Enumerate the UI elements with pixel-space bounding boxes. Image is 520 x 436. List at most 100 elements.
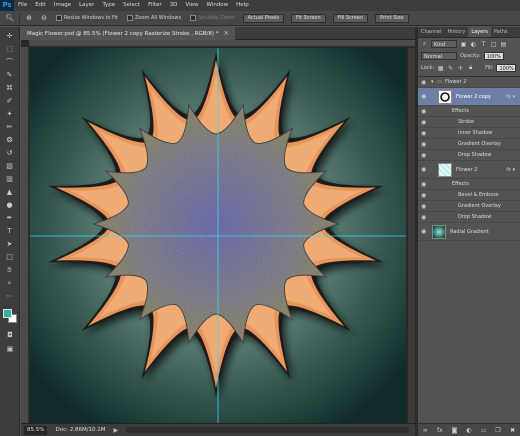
fx-badge-icon[interactable]: fx ▾ bbox=[506, 94, 515, 100]
effect-row[interactable]: ◉ Drop Shadow bbox=[418, 212, 520, 223]
lock-position-icon[interactable]: ✛ bbox=[457, 65, 464, 72]
layer-row[interactable]: ◉ Flower 2 copy fx ▾ bbox=[418, 88, 520, 106]
menu-view[interactable]: View bbox=[181, 0, 202, 11]
eye-icon[interactable]: ◉ bbox=[421, 130, 428, 137]
effect-row[interactable]: ◉ Inner Shadow bbox=[418, 128, 520, 139]
clone-stamp-icon[interactable]: ❂ bbox=[1, 134, 19, 146]
eye-icon[interactable]: ◉ bbox=[421, 166, 428, 173]
document-tab[interactable]: Magic Flower.psd @ 85.5% (Flower 2 copy … bbox=[21, 26, 236, 40]
hand-tool-icon[interactable]: ✋︎ bbox=[1, 264, 19, 276]
delete-layer-icon[interactable]: ✖ bbox=[509, 426, 517, 434]
horizontal-scrollbar[interactable] bbox=[126, 427, 409, 433]
horizontal-ruler[interactable] bbox=[29, 40, 415, 47]
new-group-icon[interactable]: ▭ bbox=[480, 426, 488, 434]
menu-help[interactable]: Help bbox=[232, 0, 253, 11]
fill-input[interactable]: 100% bbox=[496, 64, 517, 72]
tab-history[interactable]: History bbox=[445, 27, 469, 37]
zoom-level[interactable]: 85.5% bbox=[24, 425, 48, 435]
close-icon[interactable]: × bbox=[223, 29, 229, 37]
shape-tool-icon[interactable]: □ bbox=[1, 251, 19, 263]
dodge-tool-icon[interactable]: ● bbox=[1, 199, 19, 211]
eye-icon[interactable]: ◉ bbox=[421, 203, 428, 210]
tab-paths[interactable]: Paths bbox=[491, 27, 511, 37]
path-select-icon[interactable]: ➤ bbox=[1, 238, 19, 250]
quick-select-tool-icon[interactable]: ✎ bbox=[1, 69, 19, 81]
zoom-tool-icon[interactable]: ⌕ bbox=[1, 277, 19, 289]
eyedropper-tool-icon[interactable]: ✐ bbox=[1, 95, 19, 107]
eye-icon[interactable]: ◉ bbox=[421, 141, 428, 148]
eye-icon[interactable]: ◉ bbox=[421, 181, 428, 188]
link-layers-icon[interactable]: ∞ bbox=[421, 426, 429, 434]
screen-mode-icon[interactable]: ▣ bbox=[1, 343, 19, 355]
tab-channel[interactable]: Channel bbox=[418, 27, 445, 37]
more-tools-icon[interactable]: ⋯ bbox=[1, 290, 19, 302]
foreground-color-swatch[interactable] bbox=[3, 309, 12, 318]
fx-badge-icon[interactable]: fx ▾ bbox=[506, 167, 515, 173]
history-brush-icon[interactable]: ↺ bbox=[1, 147, 19, 159]
add-mask-icon[interactable]: ◙ bbox=[450, 426, 458, 434]
effect-row[interactable]: ◉ Stroke bbox=[418, 117, 520, 128]
zoom-all-windows-checkbox[interactable]: Zoom All Windows bbox=[127, 15, 181, 21]
layer-row[interactable]: ◉ Flower 2 fx ▾ bbox=[418, 161, 520, 179]
healing-brush-icon[interactable]: ✦ bbox=[1, 108, 19, 120]
eraser-tool-icon[interactable]: ▨ bbox=[1, 160, 19, 172]
adjustment-filter-icon[interactable]: ◐ bbox=[470, 41, 477, 48]
menu-select[interactable]: Select bbox=[119, 0, 144, 11]
lasso-tool-icon[interactable]: ⌒ bbox=[1, 56, 19, 68]
effect-row[interactable]: ◉ Gradient Overlay bbox=[418, 139, 520, 150]
pen-tool-icon[interactable]: ✒ bbox=[1, 212, 19, 224]
blend-mode-select[interactable]: Normal bbox=[421, 52, 457, 60]
menu-type[interactable]: Type bbox=[98, 0, 119, 11]
add-style-icon[interactable]: fx bbox=[436, 426, 444, 434]
menu-window[interactable]: Window bbox=[202, 0, 232, 11]
eye-icon[interactable]: ◉ bbox=[421, 108, 428, 115]
image-canvas[interactable] bbox=[30, 48, 406, 423]
group-expand-icon[interactable]: ▾ bbox=[431, 79, 434, 85]
effect-row[interactable]: ◉ Drop Shadow bbox=[418, 150, 520, 161]
eye-icon[interactable]: ◉ bbox=[421, 214, 428, 221]
layer-row[interactable]: ◉ Radial Gradient bbox=[418, 223, 520, 241]
opacity-input[interactable]: 100% bbox=[483, 52, 504, 60]
shape-filter-icon[interactable]: □ bbox=[490, 41, 497, 48]
effects-row[interactable]: ◉ Effects bbox=[418, 179, 520, 190]
gradient-tool-icon[interactable]: ▥ bbox=[1, 173, 19, 185]
pixel-filter-icon[interactable]: ▣ bbox=[460, 41, 467, 48]
menu-3d[interactable]: 3D bbox=[166, 0, 182, 11]
menu-layer[interactable]: Layer bbox=[75, 0, 98, 11]
type-tool-icon[interactable]: T bbox=[1, 225, 19, 237]
lock-all-icon[interactable]: 🔒︎ bbox=[467, 64, 474, 72]
smart-object-filter-icon[interactable]: ▤ bbox=[500, 41, 507, 48]
adjustment-layer-icon[interactable]: ◐ bbox=[465, 426, 473, 434]
effect-row[interactable]: ◉ Gradient Overlay bbox=[418, 201, 520, 212]
kind-filter-select[interactable]: Kind bbox=[431, 40, 457, 48]
eye-icon[interactable]: ◉ bbox=[421, 228, 428, 235]
eye-icon[interactable]: ◉ bbox=[421, 192, 428, 199]
lock-pixels-icon[interactable]: ✎ bbox=[447, 65, 454, 72]
scrubby-zoom-checkbox[interactable]: Scrubby Zoom bbox=[190, 15, 235, 21]
menu-filter[interactable]: Filter bbox=[144, 0, 166, 11]
zoom-in-icon[interactable]: ⊕ bbox=[23, 13, 35, 24]
resize-windows-checkbox[interactable]: Resize Windows to Fit bbox=[56, 15, 118, 21]
menu-file[interactable]: File bbox=[14, 0, 31, 11]
zoom-out-icon[interactable]: ⊖ bbox=[38, 13, 50, 24]
actual-pixels-button[interactable]: Actual Pixels bbox=[242, 13, 285, 23]
eye-icon[interactable]: ◉ bbox=[421, 93, 428, 100]
move-tool-icon[interactable]: ✛ bbox=[1, 30, 19, 42]
vertical-ruler[interactable] bbox=[21, 47, 29, 423]
brush-tool-icon[interactable]: ✏ bbox=[1, 121, 19, 133]
lock-transparent-icon[interactable]: ▦ bbox=[437, 65, 444, 72]
effect-row[interactable]: ◉ Bevel & Emboss bbox=[418, 190, 520, 201]
eye-icon[interactable]: ◉ bbox=[421, 79, 428, 86]
status-menu-arrow-icon[interactable]: ▶ bbox=[114, 427, 119, 434]
tab-layers[interactable]: Layers bbox=[468, 27, 491, 37]
layer-group-row[interactable]: ◉ ▾ ▭ Flower 2 bbox=[418, 77, 520, 88]
menu-edit[interactable]: Edit bbox=[31, 0, 50, 11]
type-filter-icon[interactable]: T bbox=[480, 41, 487, 48]
blur-tool-icon[interactable]: ▲ bbox=[1, 186, 19, 198]
fill-screen-button[interactable]: Fill Screen bbox=[332, 13, 369, 23]
menu-image[interactable]: Image bbox=[50, 0, 75, 11]
crop-tool-icon[interactable]: ⌘ bbox=[1, 82, 19, 94]
effects-row[interactable]: ◉ Effects bbox=[418, 106, 520, 117]
fit-screen-button[interactable]: Fit Screen bbox=[291, 13, 326, 23]
marquee-tool-icon[interactable]: ⬚ bbox=[1, 43, 19, 55]
